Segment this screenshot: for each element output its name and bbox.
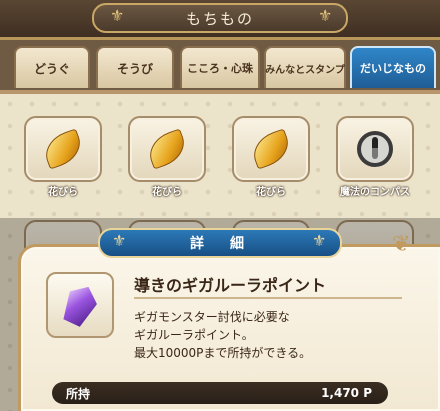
detail-description-line: ギガルーラポイント。 — [134, 328, 254, 342]
crystal-icon — [58, 281, 102, 330]
possession-bar: 所持 1,470 P — [52, 382, 388, 404]
item-slot-petal-1[interactable] — [24, 116, 102, 182]
page-title: もちもの — [185, 9, 254, 28]
item-slot-petal-2[interactable] — [128, 116, 206, 182]
fleur-right-icon: ⚜ — [312, 231, 327, 250]
detail-description-line: 最大10000Pまで所持ができる。 — [134, 346, 312, 360]
fleur-left-icon: ⚜ — [110, 6, 125, 25]
petal-icon — [248, 128, 294, 170]
tab-bar: どうぐ そうび こころ・心珠 みんなとスタンプ だいじなもの — [0, 40, 440, 90]
tab-important-items[interactable]: だいじなもの — [350, 46, 436, 88]
item-slot-compass[interactable] — [336, 116, 414, 182]
item-label: 花びら — [48, 187, 78, 198]
possession-value: 1,470 P — [321, 386, 372, 400]
inventory-screen: もちもの ⚜ ⚜ どうぐ そうび こころ・心珠 みんなとスタンプ だいじなもの … — [0, 0, 440, 411]
tab-stamps[interactable]: みんなとスタンプ — [264, 46, 346, 88]
item-label: 花びら — [152, 187, 182, 198]
possession-label: 所持 — [66, 386, 91, 401]
fleur-left-icon: ⚜ — [112, 231, 127, 250]
item-slot-petal-3[interactable] — [232, 116, 310, 182]
item-label: 魔法のコンパス — [340, 187, 410, 198]
petal-icon — [40, 128, 86, 170]
detail-description-line: ギガモンスター討伐に必要な — [134, 310, 290, 324]
compass-icon — [357, 131, 393, 167]
tab-equipment[interactable]: そうび — [96, 46, 174, 88]
item-label: 花びら — [256, 187, 286, 198]
tab-tools[interactable]: どうぐ — [14, 46, 90, 88]
detail-title-plate: 詳 細 — [98, 228, 342, 258]
detail-title: 詳 細 — [190, 236, 250, 252]
divider — [134, 297, 402, 299]
title-plate: もちもの — [92, 3, 348, 33]
header-bar: もちもの ⚜ ⚜ — [0, 0, 440, 40]
detail-item-name: 導きのギガルーラポイント — [134, 276, 327, 295]
fleur-right-icon: ⚜ — [318, 6, 333, 25]
corner-ornament-icon: ❦ — [392, 232, 411, 257]
tab-kokoro[interactable]: こころ・心珠 — [180, 46, 260, 88]
detail-item-icon-box — [46, 272, 114, 338]
petal-icon — [144, 128, 190, 170]
